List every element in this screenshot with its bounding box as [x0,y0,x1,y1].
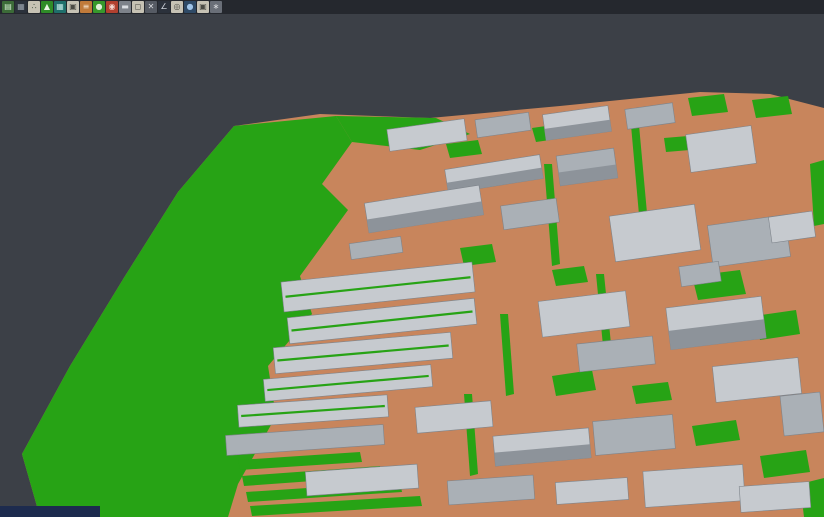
building [780,392,824,436]
settings-icon[interactable]: ∗ [210,1,222,13]
point-cloud-icon[interactable]: ∴ [28,1,40,13]
snapshot-icon[interactable]: ▣ [197,1,209,13]
ground-class-icon[interactable]: ▬ [119,1,131,13]
viewport-3d[interactable] [0,14,824,517]
building [739,482,811,513]
building [555,478,628,505]
vegetation-layer-icon[interactable]: ▲ [41,1,53,13]
water-layer-icon[interactable]: ▦ [54,1,66,13]
classify-icon[interactable]: ◉ [106,1,118,13]
ortho-view-icon[interactable]: ▣ [67,1,79,13]
save-project-icon[interactable]: ▦ [15,1,27,13]
application-window: ▤▦∴▲▦▣≡●◉▬◻✕∠◎●▣∗ [0,0,824,517]
building [593,415,676,456]
building [643,465,745,508]
main-toolbar: ▤▦∴▲▦▣≡●◉▬◻✕∠◎●▣∗ [0,0,824,14]
open-project-icon[interactable]: ▤ [2,1,14,13]
scene-svg[interactable] [0,14,824,517]
classes-icon[interactable]: ● [93,1,105,13]
dem-layer-icon[interactable]: ≡ [80,1,92,13]
statusbar-fragment [0,506,100,517]
camera-view-icon[interactable]: ◎ [171,1,183,13]
globe-icon[interactable]: ● [184,1,196,13]
select-region-icon[interactable]: ◻ [132,1,144,13]
crop-icon[interactable]: ✕ [145,1,157,13]
measure-icon[interactable]: ∠ [158,1,170,13]
